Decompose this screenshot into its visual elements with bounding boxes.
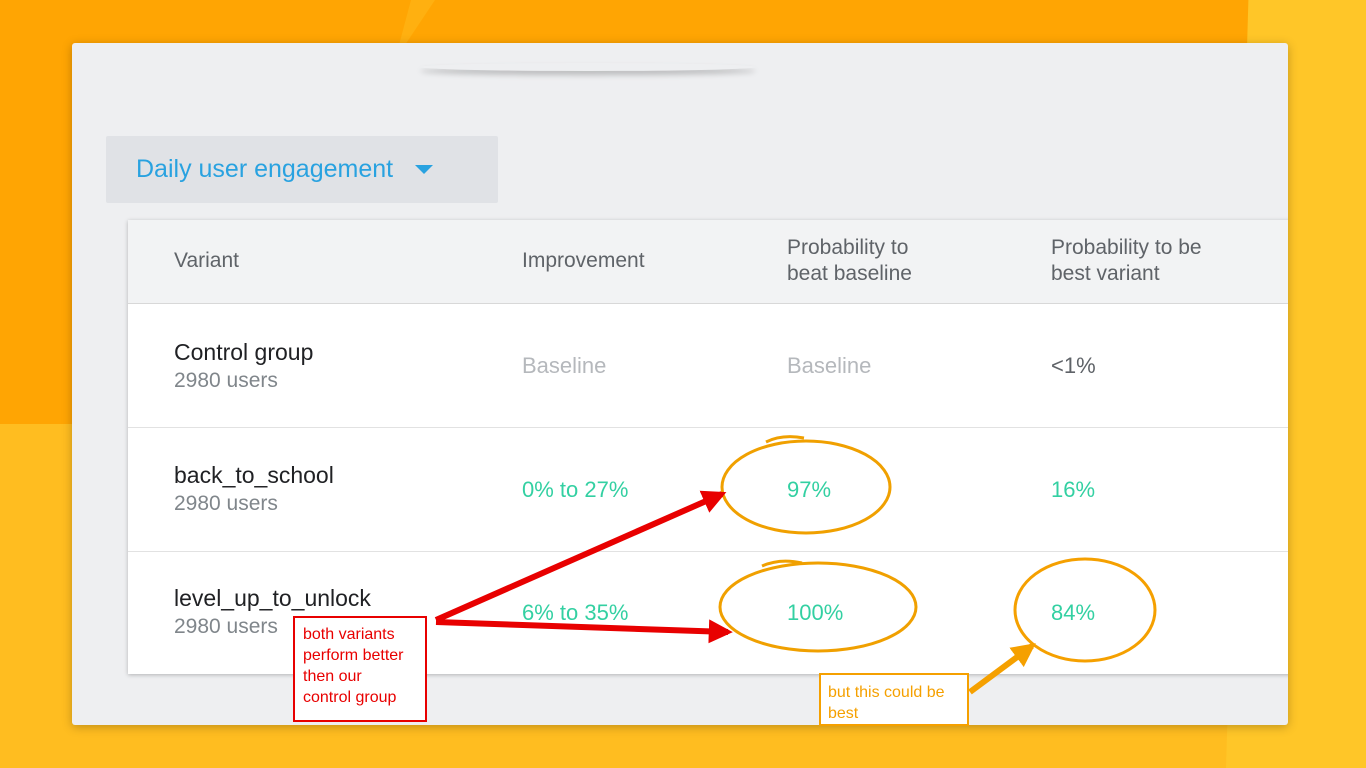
- header-variant: Variant: [174, 248, 239, 274]
- dropdown-caret-icon: [415, 165, 434, 174]
- slide: Daily user engagement Variant Improvemen…: [0, 0, 1366, 768]
- variant-name: level_up_to_unlock: [174, 585, 371, 611]
- annotation-note-orange: but this could be best: [819, 673, 969, 726]
- improvement-value: 6% to 35%: [522, 600, 629, 625]
- note-line: both variants: [303, 626, 395, 643]
- variant-users: 2980 users: [174, 369, 278, 392]
- header-best-variant: Probability to be best variant: [1051, 235, 1202, 287]
- improvement-value: 0% to 27%: [522, 477, 629, 502]
- best-variant-value: 16%: [1051, 477, 1096, 502]
- header-beat-baseline-line1: Probability to: [787, 236, 909, 259]
- variant-name: back_to_school: [174, 462, 334, 488]
- header-variant-text: Variant: [174, 249, 239, 272]
- header-improvement-text: Improvement: [522, 249, 645, 272]
- table-row: Control group 2980 users Baseline Baseli…: [128, 304, 1288, 428]
- results-table: Variant Improvement Probability to beat …: [128, 220, 1288, 674]
- header-improvement: Improvement: [522, 248, 645, 274]
- header-beat-baseline-line2: beat baseline: [787, 262, 912, 285]
- note-line: but this could be: [828, 684, 945, 701]
- variant-users: 2980 users: [174, 615, 278, 638]
- annotation-note-red: both variants perform better then our co…: [293, 616, 427, 722]
- note-line: perform better: [303, 647, 404, 664]
- best-variant-value: 84%: [1051, 600, 1096, 625]
- variant-users: 2980 users: [174, 492, 278, 515]
- table-row: back_to_school 2980 users 0% to 27% 97% …: [128, 428, 1288, 552]
- header-best-variant-line1: Probability to be: [1051, 236, 1202, 259]
- metric-dropdown[interactable]: Daily user engagement: [106, 136, 498, 203]
- beat-baseline-value: 97%: [787, 477, 832, 502]
- beat-baseline-value: 100%: [787, 600, 844, 625]
- tab-shadow: [420, 63, 756, 71]
- header-beat-baseline: Probability to beat baseline: [787, 235, 912, 287]
- best-variant-value: <1%: [1051, 353, 1096, 378]
- note-line: best: [828, 705, 859, 722]
- variant-name: Control group: [174, 339, 314, 365]
- improvement-value: Baseline: [522, 353, 607, 378]
- note-line: control group: [303, 689, 397, 706]
- metric-dropdown-label: Daily user engagement: [136, 155, 394, 183]
- experiment-results-card: Daily user engagement Variant Improvemen…: [72, 43, 1288, 725]
- table-header: Variant Improvement Probability to beat …: [128, 220, 1288, 304]
- note-line: then our: [303, 668, 362, 685]
- header-best-variant-line2: best variant: [1051, 262, 1160, 285]
- beat-baseline-value: Baseline: [787, 353, 872, 378]
